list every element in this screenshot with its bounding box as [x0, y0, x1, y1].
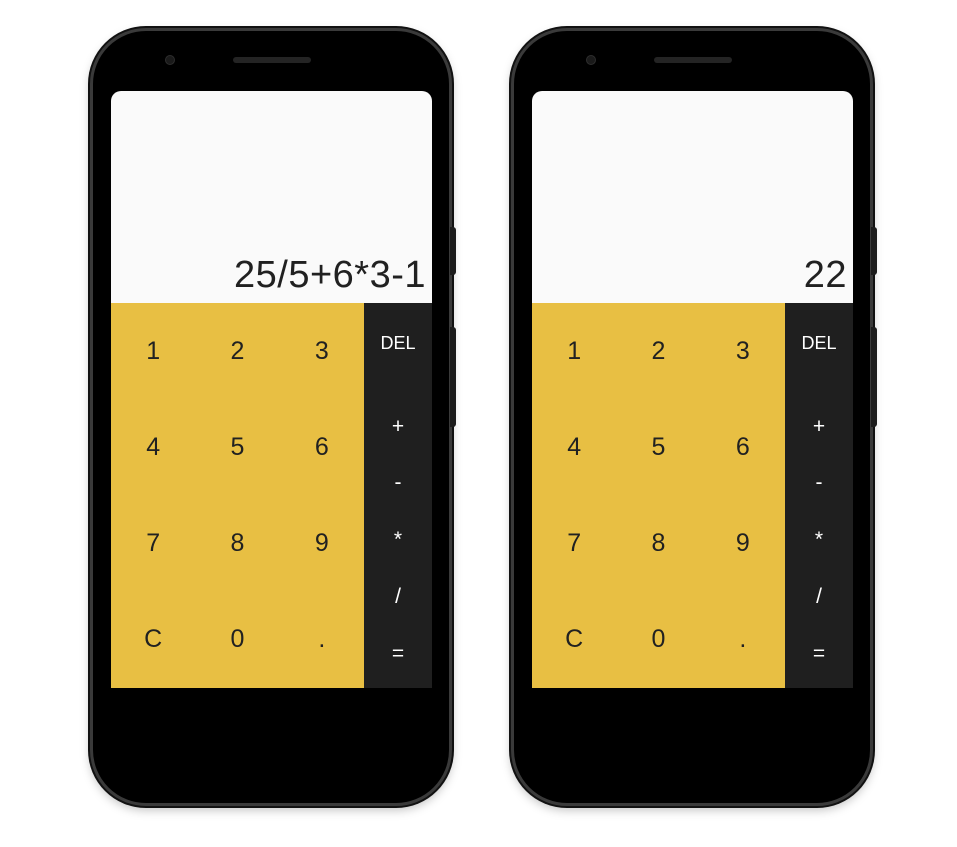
number-keypad: 1 2 3 4 5 6 7 8 9 C 0 . — [532, 303, 785, 688]
front-camera — [165, 55, 175, 65]
calculator-display: 22 — [532, 91, 853, 303]
key-5[interactable]: 5 — [195, 399, 279, 495]
key-8[interactable]: 8 — [616, 496, 700, 592]
power-button — [450, 227, 456, 275]
key-4[interactable]: 4 — [111, 399, 195, 495]
key-decimal[interactable]: . — [701, 592, 785, 688]
volume-button — [450, 327, 456, 427]
key-2[interactable]: 2 — [616, 303, 700, 399]
key-equals[interactable]: = — [364, 625, 432, 682]
key-clear[interactable]: C — [111, 592, 195, 688]
key-2[interactable]: 2 — [195, 303, 279, 399]
key-6[interactable]: 6 — [280, 399, 364, 495]
key-decimal[interactable]: . — [280, 592, 364, 688]
key-1[interactable]: 1 — [111, 303, 195, 399]
key-8[interactable]: 8 — [195, 496, 279, 592]
display-result: 22 — [803, 254, 847, 296]
operator-column: DEL + - * / = — [785, 303, 853, 688]
key-plus[interactable]: + — [785, 398, 853, 455]
earpiece-speaker — [654, 57, 732, 63]
front-camera — [586, 55, 596, 65]
key-minus[interactable]: - — [785, 455, 853, 512]
display-expression: 25/5+6*3-1 — [234, 254, 426, 296]
calculator-screen: 25/5+6*3-1 1 2 3 4 5 6 7 8 9 C 0 . DEL +… — [111, 91, 432, 688]
key-3[interactable]: 3 — [280, 303, 364, 399]
key-clear[interactable]: C — [532, 592, 616, 688]
key-3[interactable]: 3 — [701, 303, 785, 399]
phone-frame-right: 22 1 2 3 4 5 6 7 8 9 C 0 . DEL + - * / = — [511, 28, 877, 806]
calculator-screen: 22 1 2 3 4 5 6 7 8 9 C 0 . DEL + - * / = — [532, 91, 853, 688]
key-delete[interactable]: DEL — [785, 319, 853, 398]
key-multiply[interactable]: * — [785, 512, 853, 569]
earpiece-speaker — [233, 57, 311, 63]
key-7[interactable]: 7 — [532, 496, 616, 592]
key-multiply[interactable]: * — [364, 512, 432, 569]
key-plus[interactable]: + — [364, 398, 432, 455]
key-7[interactable]: 7 — [111, 496, 195, 592]
key-minus[interactable]: - — [364, 455, 432, 512]
key-1[interactable]: 1 — [532, 303, 616, 399]
key-equals[interactable]: = — [785, 625, 853, 682]
key-5[interactable]: 5 — [616, 399, 700, 495]
key-6[interactable]: 6 — [701, 399, 785, 495]
key-delete[interactable]: DEL — [364, 319, 432, 398]
key-0[interactable]: 0 — [616, 592, 700, 688]
key-divide[interactable]: / — [785, 569, 853, 626]
power-button — [871, 227, 877, 275]
calculator-display: 25/5+6*3-1 — [111, 91, 432, 303]
key-4[interactable]: 4 — [532, 399, 616, 495]
key-9[interactable]: 9 — [280, 496, 364, 592]
key-9[interactable]: 9 — [701, 496, 785, 592]
key-0[interactable]: 0 — [195, 592, 279, 688]
key-divide[interactable]: / — [364, 569, 432, 626]
number-keypad: 1 2 3 4 5 6 7 8 9 C 0 . — [111, 303, 364, 688]
phone-frame-left: 25/5+6*3-1 1 2 3 4 5 6 7 8 9 C 0 . DEL +… — [90, 28, 456, 806]
operator-column: DEL + - * / = — [364, 303, 432, 688]
volume-button — [871, 327, 877, 427]
